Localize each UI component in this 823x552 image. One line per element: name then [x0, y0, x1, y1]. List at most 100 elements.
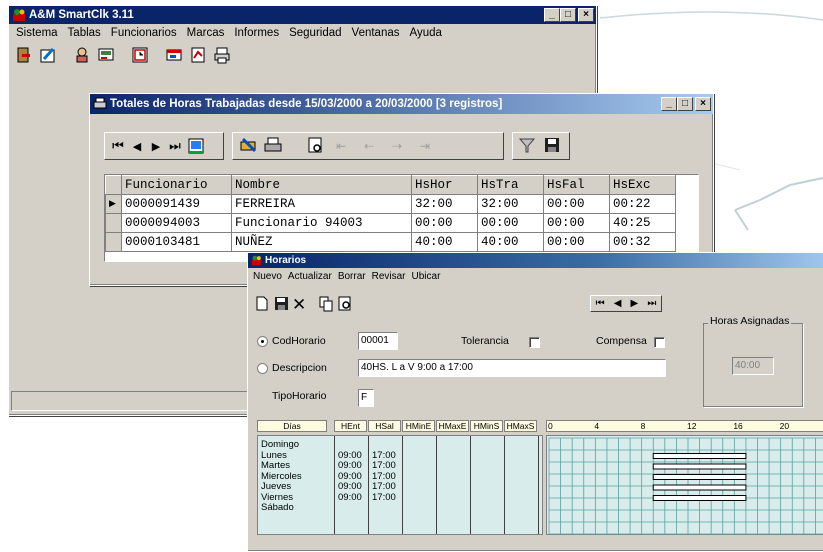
column-header-hstra[interactable]: HsTra: [477, 175, 544, 195]
day-label[interactable]: Jueves: [261, 481, 331, 493]
delete-icon[interactable]: ✕: [292, 296, 306, 313]
time-cell[interactable]: [338, 440, 365, 451]
last-record-icon[interactable]: ⏭: [166, 138, 184, 154]
preview-icon[interactable]: [337, 295, 353, 315]
report-icon[interactable]: [187, 45, 209, 66]
codhorario-radio[interactable]: [257, 336, 268, 347]
column-header-hsexc[interactable]: HsExc: [609, 175, 676, 195]
time-cell[interactable]: 17:00: [372, 481, 399, 493]
time-cell[interactable]: 17:00: [372, 460, 399, 472]
table-cell[interactable]: Funcionario 94003: [231, 213, 412, 233]
new-icon[interactable]: [254, 295, 270, 315]
column-header-hshor[interactable]: HsHor: [411, 175, 478, 195]
menu-tablas[interactable]: Tablas: [63, 27, 106, 39]
table-cell[interactable]: 00:00: [411, 213, 478, 233]
next-record-icon[interactable]: ▶: [147, 140, 165, 153]
time-cell[interactable]: 09:00: [338, 481, 365, 493]
card-reader-icon[interactable]: [95, 45, 117, 66]
horarios-menu-nuevo[interactable]: Nuevo: [250, 271, 285, 282]
totales-maximize-button[interactable]: □: [677, 97, 693, 111]
search-record-icon[interactable]: [185, 135, 207, 157]
totales-close-button[interactable]: ×: [695, 97, 711, 111]
menu-informes[interactable]: Informes: [229, 27, 284, 39]
table-cell[interactable]: 00:32: [609, 232, 676, 252]
export-icon[interactable]: [239, 136, 259, 157]
day-label[interactable]: Sábado: [261, 502, 331, 514]
table-cell[interactable]: 00:00: [543, 213, 610, 233]
table-cell[interactable]: 32:00: [477, 194, 544, 214]
table-row[interactable]: 0000094003 Funcionario 94003 00:00 00:00 00:…: [105, 213, 676, 233]
column-header-hsfal[interactable]: HsFal: [543, 175, 610, 195]
table-row[interactable]: ▶ 0000091439 FERREIRA 32:00 32:00 00:00 00:22: [105, 194, 676, 214]
time-cell[interactable]: 17:00: [372, 492, 399, 504]
time-cell[interactable]: 09:00: [338, 492, 365, 504]
day-label[interactable]: Domingo: [261, 439, 331, 451]
time-cell[interactable]: [338, 503, 365, 514]
day-label[interactable]: Martes: [261, 460, 331, 472]
main-titlebar[interactable]: A&M SmartClk 3.11 _ □ ×: [9, 6, 596, 24]
last-record-icon[interactable]: ⏭: [647, 298, 656, 309]
descripcion-field[interactable]: 40HS. L a V 9:00 a 17:00: [358, 359, 666, 377]
table-cell[interactable]: 0000094003: [121, 213, 232, 233]
schedule-empty-column[interactable]: [471, 436, 505, 534]
time-cell[interactable]: [372, 503, 399, 514]
users-icon[interactable]: [71, 45, 93, 66]
minimize-button[interactable]: _: [544, 8, 560, 22]
horarios-titlebar[interactable]: Horarios: [248, 253, 823, 268]
tolerancia-checkbox[interactable]: [529, 337, 540, 348]
table-cell[interactable]: 0000091439: [121, 194, 232, 214]
tipohorario-field[interactable]: F: [358, 389, 374, 407]
schedule-empty-column[interactable]: [403, 436, 437, 534]
horarios-menu-actualizar[interactable]: Actualizar: [285, 271, 335, 282]
descripcion-radio[interactable]: [257, 363, 268, 374]
table-cell[interactable]: 40:00: [477, 232, 544, 252]
table-row[interactable]: 0000103481 NUÑEZ 40:00 40:00 00:00 00:32: [105, 232, 676, 252]
table-cell[interactable]: 00:00: [543, 194, 610, 214]
horarios-menu-revisar[interactable]: Revisar: [369, 271, 409, 282]
prev-record-icon[interactable]: ◀: [614, 298, 622, 309]
schedule-empty-column[interactable]: [505, 436, 539, 534]
save-icon[interactable]: [273, 295, 289, 315]
table-cell[interactable]: NUÑEZ: [231, 232, 412, 252]
table-cell[interactable]: FERREIRA: [231, 194, 412, 214]
close-button[interactable]: ×: [578, 8, 594, 22]
clock-icon[interactable]: [129, 45, 151, 66]
menu-marcas[interactable]: Marcas: [182, 27, 230, 39]
totales-minimize-button[interactable]: _: [661, 97, 677, 111]
horarios-menu-borrar[interactable]: Borrar: [335, 271, 369, 282]
menu-ventanas[interactable]: Ventanas: [347, 27, 405, 39]
filter-icon[interactable]: [517, 136, 537, 157]
column-header-funcionario[interactable]: Funcionario: [121, 175, 232, 195]
menu-ayuda[interactable]: Ayuda: [405, 27, 447, 39]
copy-icon[interactable]: [318, 295, 334, 315]
first-record-icon[interactable]: ⏮: [109, 138, 127, 154]
door-icon[interactable]: [13, 45, 35, 66]
column-header-nombre[interactable]: Nombre: [231, 175, 412, 195]
time-cell[interactable]: [372, 440, 399, 451]
first-record-icon[interactable]: ⏮: [596, 298, 605, 309]
table-cell[interactable]: 00:00: [477, 213, 544, 233]
time-cell[interactable]: 09:00: [338, 460, 365, 472]
prev-record-icon[interactable]: ◀: [128, 140, 146, 153]
maximize-button[interactable]: □: [560, 8, 576, 22]
table-cell[interactable]: 40:25: [609, 213, 676, 233]
compensa-checkbox[interactable]: [654, 337, 665, 348]
edit-icon[interactable]: [37, 45, 59, 66]
schedule-empty-column[interactable]: [437, 436, 471, 534]
print-icon[interactable]: [211, 45, 233, 66]
table-cell[interactable]: 00:22: [609, 194, 676, 214]
print-icon[interactable]: [263, 136, 283, 157]
calendar-icon[interactable]: [163, 45, 185, 66]
horarios-menu-ubicar[interactable]: Ubicar: [409, 271, 444, 282]
table-cell[interactable]: 40:00: [411, 232, 478, 252]
totales-titlebar[interactable]: Totales de Horas Trabajadas desde 15/03/…: [90, 94, 713, 114]
next-record-icon[interactable]: ▶: [631, 298, 639, 309]
table-cell[interactable]: 0000103481: [121, 232, 232, 252]
table-cell[interactable]: 32:00: [411, 194, 478, 214]
menu-sistema[interactable]: Sistema: [11, 27, 63, 39]
menu-seguridad[interactable]: Seguridad: [284, 27, 346, 39]
menu-funcionarios[interactable]: Funcionarios: [106, 27, 182, 39]
preview-icon[interactable]: [305, 136, 325, 157]
codhorario-field[interactable]: 00001: [358, 332, 398, 350]
save-icon[interactable]: [543, 136, 561, 157]
